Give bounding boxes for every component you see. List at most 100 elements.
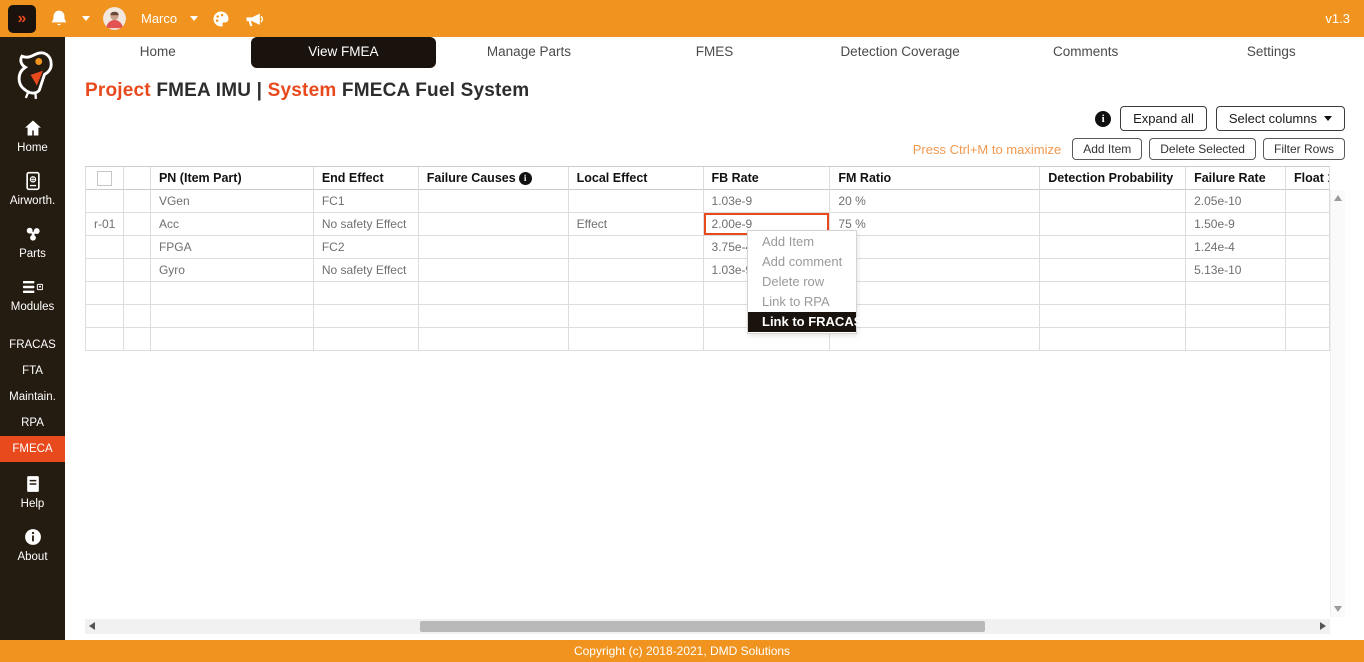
cell-local-effect[interactable] xyxy=(569,259,704,282)
cell-group[interactable] xyxy=(86,236,124,259)
scroll-up-icon[interactable] xyxy=(1334,195,1342,201)
cell-group[interactable]: r-01 xyxy=(86,213,124,236)
nav-tab[interactable]: Manage Parts xyxy=(436,37,622,68)
cell-detection-probability[interactable] xyxy=(1040,190,1186,213)
context-menu-item[interactable]: Link to RPA xyxy=(748,292,856,312)
sidebar-item-rpa[interactable]: RPA xyxy=(0,410,65,436)
cell-failure-causes[interactable] xyxy=(419,213,569,236)
cell-pn[interactable]: Acc xyxy=(151,213,314,236)
context-menu-item[interactable]: Link to FRACAS xyxy=(748,312,856,332)
cell-group[interactable] xyxy=(86,190,124,213)
sidebar-item-fta[interactable]: FTA xyxy=(0,358,65,384)
header-failure-rate[interactable]: Failure Rate xyxy=(1186,167,1286,190)
filter-rows-button[interactable]: Filter Rows xyxy=(1263,138,1345,160)
cell-failure-causes[interactable] xyxy=(419,236,569,259)
cell-local-effect[interactable] xyxy=(569,305,704,328)
cell-failure-rate[interactable]: 1.50e-9 xyxy=(1186,213,1286,236)
cell-group[interactable] xyxy=(86,259,124,282)
cell-float1[interactable] xyxy=(1286,282,1330,305)
cell-spacer[interactable] xyxy=(124,213,151,236)
header-failure-causes[interactable]: Failure Causes xyxy=(419,167,569,190)
scroll-right-icon[interactable] xyxy=(1320,622,1326,630)
avatar[interactable] xyxy=(103,7,126,30)
sidebar-item-fracas[interactable]: FRACAS xyxy=(0,332,65,358)
cell-detection-probability[interactable] xyxy=(1040,213,1186,236)
nav-tab[interactable]: Settings xyxy=(1178,37,1364,68)
cell-failure-rate[interactable]: 2.05e-10 xyxy=(1186,190,1286,213)
nav-tab[interactable]: View FMEA xyxy=(251,37,437,68)
cell-float1[interactable] xyxy=(1286,259,1330,282)
cell-failure-rate[interactable]: 1.24e-4 xyxy=(1186,236,1286,259)
nav-tab[interactable]: Comments xyxy=(993,37,1179,68)
sidebar-item-home[interactable]: Home xyxy=(0,112,65,159)
cell-failure-causes[interactable] xyxy=(419,190,569,213)
horizontal-scrollbar[interactable] xyxy=(85,619,1330,634)
cell-end-effect[interactable]: No safety Effect xyxy=(314,259,419,282)
cell-failure-rate[interactable] xyxy=(1186,305,1286,328)
sidebar-item-help[interactable]: Help xyxy=(0,468,65,515)
cell-end-effect[interactable]: FC1 xyxy=(314,190,419,213)
cell-float1[interactable] xyxy=(1286,236,1330,259)
cell-detection-probability[interactable] xyxy=(1040,282,1186,305)
expand-all-button[interactable]: Expand all xyxy=(1120,106,1207,131)
cell-fm-ratio[interactable]: % xyxy=(830,259,1040,282)
cell-spacer[interactable] xyxy=(124,190,151,213)
cell-end-effect[interactable] xyxy=(314,328,419,351)
vertical-scrollbar[interactable] xyxy=(1330,190,1345,617)
horizontal-scrollbar-thumb[interactable] xyxy=(420,621,985,632)
cell-failure-rate[interactable]: 5.13e-10 xyxy=(1186,259,1286,282)
sidebar-item-maintain[interactable]: Maintain. xyxy=(0,384,65,410)
notifications-bell-icon[interactable] xyxy=(49,9,69,29)
cell-failure-causes[interactable] xyxy=(419,259,569,282)
header-detection-probability[interactable]: Detection Probability xyxy=(1040,167,1186,190)
scroll-down-icon[interactable] xyxy=(1334,606,1342,612)
cell-spacer[interactable] xyxy=(124,305,151,328)
cell-end-effect[interactable] xyxy=(314,282,419,305)
cell-local-effect[interactable]: Effect xyxy=(569,213,704,236)
context-menu-item[interactable]: Add Item xyxy=(748,232,856,252)
select-columns-button[interactable]: Select columns xyxy=(1216,106,1345,131)
cell-pn[interactable]: FPGA xyxy=(151,236,314,259)
cell-end-effect[interactable]: FC2 xyxy=(314,236,419,259)
nav-tab[interactable]: Detection Coverage xyxy=(807,37,993,68)
nav-tab[interactable]: FMES xyxy=(622,37,808,68)
cell-float1[interactable] xyxy=(1286,305,1330,328)
sidebar-expand-button[interactable] xyxy=(8,5,36,33)
cell-fm-ratio[interactable]: 75 % xyxy=(830,213,1040,236)
cell-failure-rate[interactable] xyxy=(1186,328,1286,351)
cell-group[interactable] xyxy=(86,305,124,328)
cell-local-effect[interactable] xyxy=(569,282,704,305)
sidebar-item-modules[interactable]: Modules xyxy=(0,271,65,318)
cell-local-effect[interactable] xyxy=(569,190,704,213)
cell-detection-probability[interactable] xyxy=(1040,305,1186,328)
add-item-button[interactable]: Add Item xyxy=(1072,138,1142,160)
cell-fm-ratio[interactable]: 20 % xyxy=(830,190,1040,213)
cell-detection-probability[interactable] xyxy=(1040,236,1186,259)
cell-group[interactable] xyxy=(86,328,124,351)
context-menu-item[interactable]: Add comment xyxy=(748,252,856,272)
cell-fm-ratio[interactable] xyxy=(830,282,1040,305)
sidebar-item-parts[interactable]: Parts xyxy=(0,218,65,265)
header-local-effect[interactable]: Local Effect xyxy=(569,167,704,190)
header-fm-ratio[interactable]: FM Ratio xyxy=(830,167,1040,190)
cell-local-effect[interactable] xyxy=(569,328,704,351)
sidebar-item-fmeca[interactable]: FMECA xyxy=(0,436,65,462)
cell-failure-causes[interactable] xyxy=(419,305,569,328)
cell-group[interactable] xyxy=(86,282,124,305)
cell-local-effect[interactable] xyxy=(569,236,704,259)
header-fb-rate[interactable]: FB Rate xyxy=(704,167,831,190)
cell-pn[interactable]: Gyro xyxy=(151,259,314,282)
sidebar-item-about[interactable]: About xyxy=(0,521,65,568)
cell-detection-probability[interactable] xyxy=(1040,328,1186,351)
theme-palette-icon[interactable] xyxy=(211,9,231,29)
cell-float1[interactable] xyxy=(1286,190,1330,213)
cell-failure-rate[interactable] xyxy=(1186,282,1286,305)
cell-spacer[interactable] xyxy=(124,328,151,351)
delete-selected-button[interactable]: Delete Selected xyxy=(1149,138,1256,160)
nav-tab[interactable]: Home xyxy=(65,37,251,68)
cell-end-effect[interactable]: No safety Effect xyxy=(314,213,419,236)
cell-float1[interactable] xyxy=(1286,328,1330,351)
cell-detection-probability[interactable] xyxy=(1040,259,1186,282)
cell-fm-ratio[interactable]: % xyxy=(830,236,1040,259)
cell-failure-causes[interactable] xyxy=(419,282,569,305)
